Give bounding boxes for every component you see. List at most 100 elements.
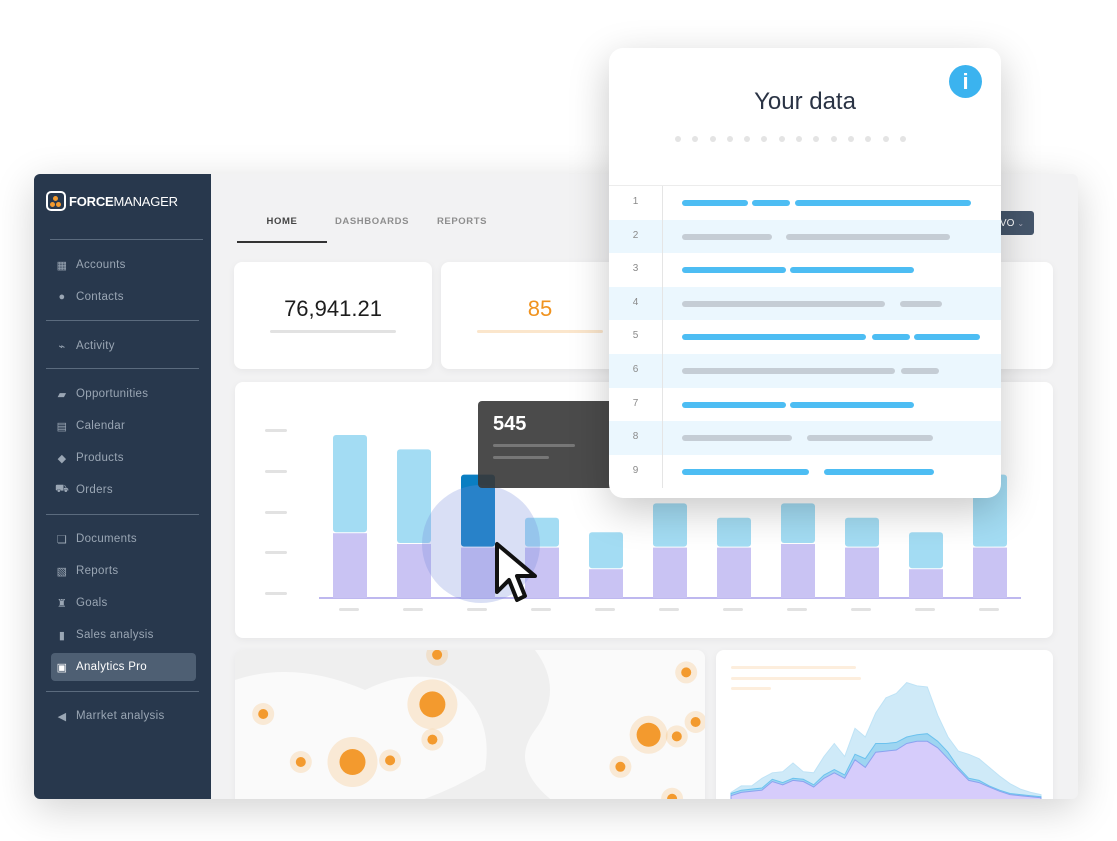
kpi-value: 76,941.21 <box>284 296 382 321</box>
cell-placeholder <box>786 233 950 240</box>
cell-placeholder <box>682 200 748 206</box>
row-number: 4 <box>632 296 639 308</box>
trophy-icon: ♜ <box>56 597 68 610</box>
x-tick-label <box>659 608 679 611</box>
sidebar-item-accounts[interactable]: ▦ Accounts <box>51 251 196 279</box>
column-divider <box>662 387 663 422</box>
table-row[interactable]: 9 <box>609 454 1001 489</box>
map-marker[interactable] <box>427 734 438 745</box>
sidebar-item-label: Calendar <box>76 420 126 432</box>
map-marker[interactable] <box>681 667 692 678</box>
bar-segment-bottom[interactable] <box>653 547 687 598</box>
bar-segment-bottom[interactable] <box>845 547 879 598</box>
sidebar-item-marrket-analysis[interactable]: ◀ Marrket analysis <box>51 702 196 730</box>
sidebar-item-label: Analytics Pro <box>76 661 148 673</box>
info-icon[interactable]: i <box>949 65 982 98</box>
table-row[interactable]: 8 <box>609 421 1001 455</box>
map-marker[interactable] <box>615 761 626 772</box>
y-tick <box>265 511 287 514</box>
bar-segment-bottom[interactable] <box>973 547 1007 598</box>
table-row[interactable]: 2 <box>609 219 1001 254</box>
sidebar-item-calendar[interactable]: ▤ Calendar <box>51 412 196 440</box>
map-marker[interactable] <box>671 731 682 742</box>
column-divider <box>662 454 663 489</box>
divider <box>50 239 203 240</box>
map-card <box>235 650 705 799</box>
column-divider <box>662 253 663 287</box>
x-tick-label <box>915 608 935 611</box>
sidebar-item-sales-analysis[interactable]: ▮ Sales analysis <box>51 621 196 649</box>
table-row[interactable]: 3 <box>609 253 1001 287</box>
column-divider <box>662 353 663 388</box>
bar-segment-top[interactable] <box>589 532 623 569</box>
divider <box>46 320 199 321</box>
sidebar-item-analytics-pro[interactable]: ▣ Analytics Pro <box>51 653 196 681</box>
building-icon: ▦ <box>56 259 68 272</box>
sidebar-item-opportunities[interactable]: ▰ Opportunities <box>51 380 196 408</box>
row-number: 1 <box>632 196 639 207</box>
column-divider <box>662 286 663 321</box>
cell-placeholder <box>682 401 786 408</box>
legend-line <box>731 666 856 669</box>
tooltip-value: 545 <box>493 413 527 435</box>
analytics-icon: ▣ <box>56 661 68 674</box>
table-row[interactable]: 4 <box>609 286 1001 321</box>
user-circle-icon: ● <box>58 291 66 303</box>
sidebar-item-activity[interactable]: ⌁ Activity <box>51 332 196 360</box>
sidebar-item-orders[interactable]: ⛟ Orders <box>51 476 196 504</box>
tab-dashboards[interactable]: DASHBOARDS <box>327 204 417 243</box>
sidebar-item-goals[interactable]: ♜ Goals <box>51 589 196 617</box>
bar-segment-top[interactable] <box>909 532 943 569</box>
row-number: 2 <box>632 229 639 241</box>
sidebar-item-label: Contacts <box>76 291 124 303</box>
documents-icon: ❏ <box>56 533 68 546</box>
table-row[interactable]: 7 <box>609 387 1001 422</box>
bar-segment-top[interactable] <box>717 517 751 547</box>
kpi-underline <box>270 330 396 333</box>
bar-segment-bottom[interactable] <box>909 569 943 598</box>
map-marker[interactable] <box>690 717 701 727</box>
map-marker[interactable] <box>419 691 446 718</box>
legend-line <box>731 687 771 690</box>
kpi-card[interactable]: 76,941.21 <box>234 262 432 369</box>
sidebar-item-label: Activity <box>76 340 115 352</box>
cell-placeholder <box>682 334 866 341</box>
area-chart-card <box>716 650 1053 799</box>
your-data-panel: Your data i 1 2 3 4 5 6 7 8 9 <box>609 48 1001 498</box>
x-tick-label <box>851 608 871 611</box>
logo-bold: FORCE <box>69 193 114 209</box>
chart-line-icon: ▧ <box>56 565 68 578</box>
bar-segment-top[interactable] <box>845 517 879 547</box>
divider <box>46 691 199 692</box>
x-tick-label <box>467 608 487 611</box>
row-number: 5 <box>632 330 639 342</box>
map-marker[interactable] <box>339 749 366 775</box>
logo-icon <box>46 191 66 211</box>
bar-segment-bottom[interactable] <box>589 569 623 598</box>
stacked-area-chart <box>730 682 1042 799</box>
map-marker[interactable] <box>258 709 269 719</box>
map-marker[interactable] <box>295 757 306 767</box>
table-row[interactable]: 6 <box>609 353 1001 388</box>
map-marker[interactable] <box>432 650 443 660</box>
bar-segment-bottom[interactable] <box>717 547 751 598</box>
sidebar-item-reports[interactable]: ▧ Reports <box>51 557 196 585</box>
sidebar-item-products[interactable]: ◆ Products <box>51 444 196 472</box>
bar-segment-bottom[interactable] <box>781 544 815 598</box>
map-marker[interactable] <box>385 755 396 766</box>
table-row[interactable]: 5 <box>609 320 1001 354</box>
bar-segment-top[interactable] <box>333 435 367 533</box>
tab-home[interactable]: HOME <box>237 204 327 243</box>
table-row[interactable]: 1 <box>609 186 1001 220</box>
y-tick <box>265 592 287 595</box>
cell-placeholder <box>790 401 914 408</box>
sidebar-item-contacts[interactable]: ● Contacts <box>51 283 196 311</box>
map-marker[interactable] <box>636 722 661 747</box>
sidebar-item-documents[interactable]: ❏ Documents <box>51 525 196 553</box>
divider <box>46 514 199 515</box>
bar-segment-bottom[interactable] <box>333 533 367 598</box>
bar-segment-top[interactable] <box>653 503 687 547</box>
x-tick-label <box>339 608 359 611</box>
tab-reports[interactable]: REPORTS <box>417 204 507 243</box>
bar-segment-top[interactable] <box>781 503 815 543</box>
